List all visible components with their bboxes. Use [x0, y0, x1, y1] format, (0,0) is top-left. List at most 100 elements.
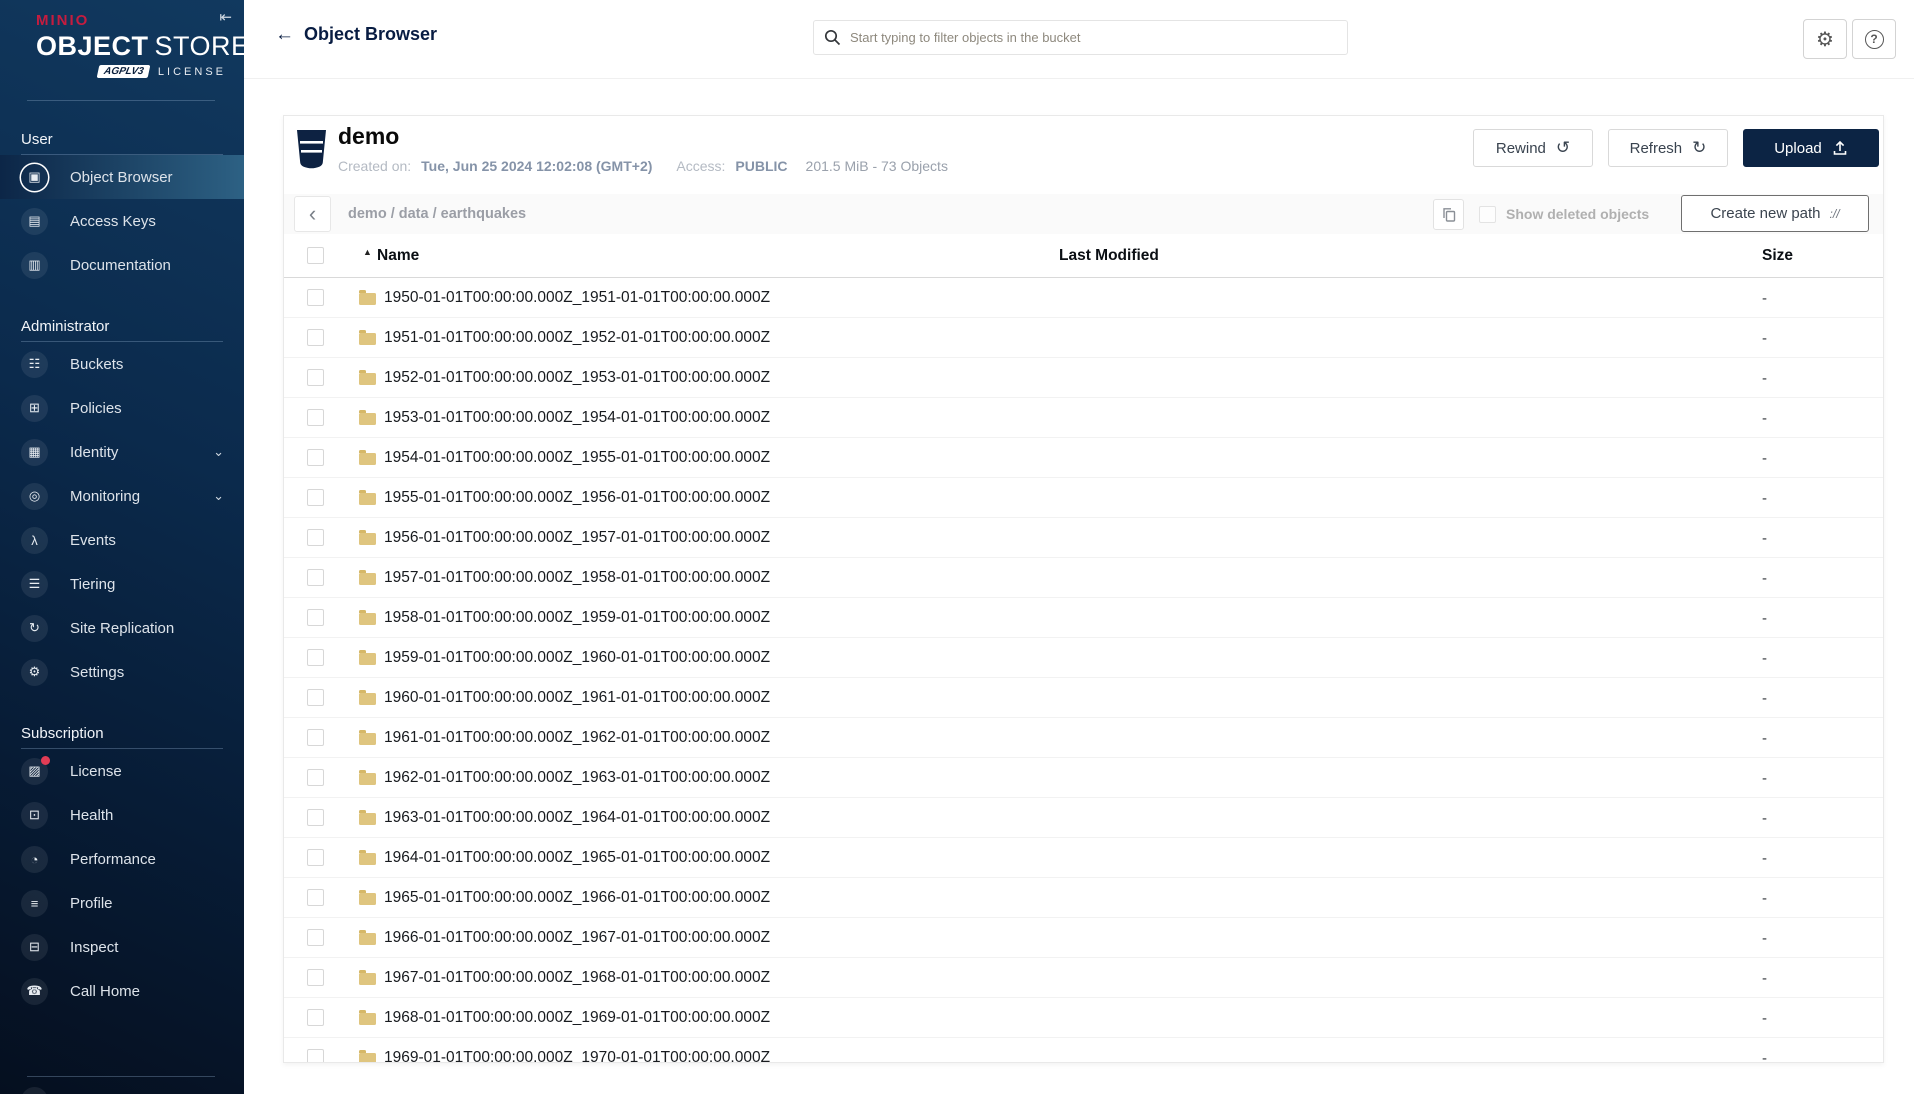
- object-name[interactable]: 1962-01-01T00:00:00.000Z_1963-01-01T00:0…: [384, 758, 770, 798]
- upload-button[interactable]: Upload: [1743, 129, 1879, 167]
- table-row[interactable]: 1956-01-01T00:00:00.000Z_1957-01-01T00:0…: [284, 518, 1883, 558]
- show-deleted-checkbox[interactable]: [1479, 206, 1496, 223]
- sidebar-item-tiering[interactable]: ☰Tiering: [0, 562, 244, 606]
- object-name[interactable]: 1958-01-01T00:00:00.000Z_1959-01-01T00:0…: [384, 598, 770, 638]
- sidebar-item-inspect[interactable]: ⊟Inspect: [0, 925, 244, 969]
- search-input[interactable]: [850, 30, 1337, 45]
- help-button[interactable]: ?: [1852, 19, 1896, 59]
- row-checkbox[interactable]: [307, 409, 324, 426]
- sidebar-item-monitoring[interactable]: ◎Monitoring⌄: [0, 474, 244, 518]
- row-checkbox[interactable]: [307, 889, 324, 906]
- row-checkbox[interactable]: [307, 1009, 324, 1026]
- table-row[interactable]: 1966-01-01T00:00:00.000Z_1967-01-01T00:0…: [284, 918, 1883, 958]
- row-checkbox[interactable]: [307, 369, 324, 386]
- table-row[interactable]: 1950-01-01T00:00:00.000Z_1951-01-01T00:0…: [284, 278, 1883, 318]
- object-name[interactable]: 1955-01-01T00:00:00.000Z_1956-01-01T00:0…: [384, 478, 770, 518]
- table-row[interactable]: 1951-01-01T00:00:00.000Z_1952-01-01T00:0…: [284, 318, 1883, 358]
- object-name[interactable]: 1950-01-01T00:00:00.000Z_1951-01-01T00:0…: [384, 278, 770, 318]
- folder-icon: [359, 693, 376, 705]
- object-name[interactable]: 1951-01-01T00:00:00.000Z_1952-01-01T00:0…: [384, 318, 770, 358]
- object-name[interactable]: 1952-01-01T00:00:00.000Z_1953-01-01T00:0…: [384, 358, 770, 398]
- object-name[interactable]: 1961-01-01T00:00:00.000Z_1962-01-01T00:0…: [384, 718, 770, 758]
- table-row[interactable]: 1960-01-01T00:00:00.000Z_1961-01-01T00:0…: [284, 678, 1883, 718]
- sidebar-item-health[interactable]: ⊡Health: [0, 793, 244, 837]
- select-all-checkbox[interactable]: [307, 247, 324, 264]
- row-checkbox[interactable]: [307, 329, 324, 346]
- sidebar-item-access-keys[interactable]: ▤Access Keys: [0, 199, 244, 243]
- back-arrow-icon[interactable]: ←: [275, 25, 294, 44]
- breadcrumb[interactable]: demo / data / earthquakes: [348, 194, 526, 234]
- object-name[interactable]: 1964-01-01T00:00:00.000Z_1965-01-01T00:0…: [384, 838, 770, 878]
- table-row[interactable]: 1963-01-01T00:00:00.000Z_1964-01-01T00:0…: [284, 798, 1883, 838]
- row-checkbox[interactable]: [307, 769, 324, 786]
- row-checkbox[interactable]: [307, 929, 324, 946]
- row-checkbox[interactable]: [307, 289, 324, 306]
- row-checkbox[interactable]: [307, 569, 324, 586]
- sidebar-item-events[interactable]: λEvents: [0, 518, 244, 562]
- row-checkbox[interactable]: [307, 969, 324, 986]
- object-name[interactable]: 1967-01-01T00:00:00.000Z_1968-01-01T00:0…: [384, 958, 770, 998]
- object-name[interactable]: 1953-01-01T00:00:00.000Z_1954-01-01T00:0…: [384, 398, 770, 438]
- object-name[interactable]: 1969-01-01T00:00:00.000Z_1970-01-01T00:0…: [384, 1038, 770, 1063]
- breadcrumb-back-button[interactable]: ‹: [294, 196, 331, 232]
- row-checkbox[interactable]: [307, 1049, 324, 1063]
- sidebar-item-label: Identity: [70, 444, 118, 461]
- policies-icon: ⊞: [21, 395, 48, 422]
- create-new-path-button[interactable]: Create new path ://: [1681, 195, 1869, 232]
- sidebar-item-buckets[interactable]: ☷Buckets: [0, 342, 244, 386]
- sidebar-item-identity[interactable]: ▦Identity⌄: [0, 430, 244, 474]
- sidebar-item-performance[interactable]: ◔Performance: [0, 837, 244, 881]
- object-name[interactable]: 1956-01-01T00:00:00.000Z_1957-01-01T00:0…: [384, 518, 770, 558]
- object-name[interactable]: 1966-01-01T00:00:00.000Z_1967-01-01T00:0…: [384, 918, 770, 958]
- row-checkbox[interactable]: [307, 689, 324, 706]
- table-row[interactable]: 1968-01-01T00:00:00.000Z_1969-01-01T00:0…: [284, 998, 1883, 1038]
- search-box[interactable]: [813, 20, 1348, 55]
- table-row[interactable]: 1955-01-01T00:00:00.000Z_1956-01-01T00:0…: [284, 478, 1883, 518]
- rewind-button[interactable]: Rewind ↺: [1473, 129, 1593, 167]
- table-row[interactable]: 1957-01-01T00:00:00.000Z_1958-01-01T00:0…: [284, 558, 1883, 598]
- table-row[interactable]: 1958-01-01T00:00:00.000Z_1959-01-01T00:0…: [284, 598, 1883, 638]
- row-checkbox[interactable]: [307, 489, 324, 506]
- table-row[interactable]: 1953-01-01T00:00:00.000Z_1954-01-01T00:0…: [284, 398, 1883, 438]
- sidebar-item-license[interactable]: ▨License: [0, 749, 244, 793]
- table-row[interactable]: 1959-01-01T00:00:00.000Z_1960-01-01T00:0…: [284, 638, 1883, 678]
- table-row[interactable]: 1952-01-01T00:00:00.000Z_1953-01-01T00:0…: [284, 358, 1883, 398]
- table-row[interactable]: 1962-01-01T00:00:00.000Z_1963-01-01T00:0…: [284, 758, 1883, 798]
- table-row[interactable]: 1954-01-01T00:00:00.000Z_1955-01-01T00:0…: [284, 438, 1883, 478]
- sidebar-item-profile[interactable]: ≡Profile: [0, 881, 244, 925]
- sidebar-item-documentation[interactable]: ▥Documentation: [0, 243, 244, 287]
- object-name[interactable]: 1960-01-01T00:00:00.000Z_1961-01-01T00:0…: [384, 678, 770, 718]
- table-row[interactable]: 1964-01-01T00:00:00.000Z_1965-01-01T00:0…: [284, 838, 1883, 878]
- object-name[interactable]: 1965-01-01T00:00:00.000Z_1966-01-01T00:0…: [384, 878, 770, 918]
- sidebar-item-settings[interactable]: ⚙Settings: [0, 650, 244, 694]
- logo-license-row: AGPLV3 LICENSE: [36, 65, 226, 78]
- sidebar-item-policies[interactable]: ⊞Policies: [0, 386, 244, 430]
- row-checkbox[interactable]: [307, 729, 324, 746]
- table-row[interactable]: 1965-01-01T00:00:00.000Z_1966-01-01T00:0…: [284, 878, 1883, 918]
- settings-gear-button[interactable]: ⚙: [1803, 19, 1847, 59]
- object-name[interactable]: 1954-01-01T00:00:00.000Z_1955-01-01T00:0…: [384, 438, 770, 478]
- table-row[interactable]: 1961-01-01T00:00:00.000Z_1962-01-01T00:0…: [284, 718, 1883, 758]
- chevron-down-icon: ⌄: [213, 444, 224, 460]
- sidebar-item-call-home[interactable]: ☎Call Home: [0, 969, 244, 1013]
- object-name[interactable]: 1963-01-01T00:00:00.000Z_1964-01-01T00:0…: [384, 798, 770, 838]
- row-checkbox[interactable]: [307, 809, 324, 826]
- copy-path-button[interactable]: [1433, 199, 1464, 230]
- row-checkbox[interactable]: [307, 529, 324, 546]
- column-header-name[interactable]: Name: [377, 234, 419, 278]
- row-checkbox[interactable]: [307, 449, 324, 466]
- object-name[interactable]: 1968-01-01T00:00:00.000Z_1969-01-01T00:0…: [384, 998, 770, 1038]
- row-checkbox[interactable]: [307, 609, 324, 626]
- refresh-button[interactable]: Refresh ↻: [1608, 129, 1728, 167]
- object-name[interactable]: 1959-01-01T00:00:00.000Z_1960-01-01T00:0…: [384, 638, 770, 678]
- row-checkbox[interactable]: [307, 849, 324, 866]
- sidebar-item-label: Health: [70, 807, 113, 824]
- folder-icon: [359, 1013, 376, 1025]
- object-name[interactable]: 1957-01-01T00:00:00.000Z_1958-01-01T00:0…: [384, 558, 770, 598]
- sidebar-item-site-replication[interactable]: ↻Site Replication: [0, 606, 244, 650]
- object-size: -: [1762, 998, 1767, 1038]
- table-row[interactable]: 1969-01-01T00:00:00.000Z_1970-01-01T00:0…: [284, 1038, 1883, 1063]
- sidebar-item-object-browser[interactable]: ▣Object Browser: [0, 155, 244, 199]
- table-row[interactable]: 1967-01-01T00:00:00.000Z_1968-01-01T00:0…: [284, 958, 1883, 998]
- row-checkbox[interactable]: [307, 649, 324, 666]
